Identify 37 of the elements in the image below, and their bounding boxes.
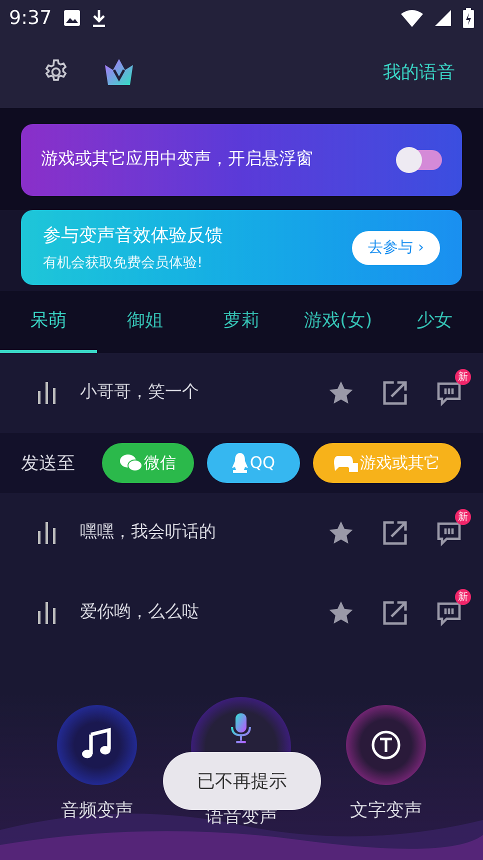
download-icon xyxy=(92,9,106,27)
status-time: 9:37 xyxy=(9,6,52,31)
floating-window-toggle[interactable] xyxy=(398,150,442,170)
letter-t-circle-icon xyxy=(370,730,401,760)
category-tab[interactable]: 御姐 xyxy=(96,291,194,353)
voice-title[interactable]: 小哥哥，笑一个 xyxy=(80,380,327,406)
microphone-icon xyxy=(230,713,252,745)
crown-v-icon[interactable] xyxy=(104,59,134,85)
mode-label: 音频变声 xyxy=(61,799,134,823)
category-tab[interactable]: 萝莉 xyxy=(193,291,290,353)
share-icon[interactable] xyxy=(381,379,409,407)
wifi-icon xyxy=(401,10,423,26)
banner-title: 参与变声音效体验反馈 xyxy=(43,224,224,248)
my-voice-link[interactable]: 我的语音 xyxy=(383,58,455,86)
new-badge: 新 xyxy=(455,509,471,525)
voice-title[interactable]: 爱你哟，么么哒 xyxy=(80,600,327,626)
category-tab[interactable]: 游戏(女) xyxy=(290,291,386,353)
voice-title[interactable]: 嘿嘿，我会听话的 xyxy=(80,520,327,546)
share-icon[interactable] xyxy=(381,519,409,547)
share-icon[interactable] xyxy=(381,599,409,627)
sound-bars-icon xyxy=(36,382,58,404)
new-badge: 新 xyxy=(455,369,471,385)
banner-text: 游戏或其它应用中变声，开启悬浮窗 xyxy=(41,148,314,172)
mode-label: 文字变声 xyxy=(350,799,422,823)
category-tab[interactable]: 少女 xyxy=(386,291,483,353)
image-icon xyxy=(64,10,80,26)
category-tab[interactable]: 呆萌 xyxy=(0,291,97,353)
send-to-label: 发送至 xyxy=(21,452,75,476)
battery-icon xyxy=(463,8,474,28)
signal-icon xyxy=(435,10,451,26)
sound-bars-icon xyxy=(36,602,58,624)
penguin-icon xyxy=(232,453,248,473)
chat-bubbles-icon xyxy=(120,454,142,472)
banner-subtitle: 有机会获取免费会员体验! xyxy=(43,254,204,272)
new-badge: 新 xyxy=(455,589,471,605)
sound-bars-icon xyxy=(36,522,58,544)
message-toast: 已不再提示 xyxy=(163,752,321,810)
